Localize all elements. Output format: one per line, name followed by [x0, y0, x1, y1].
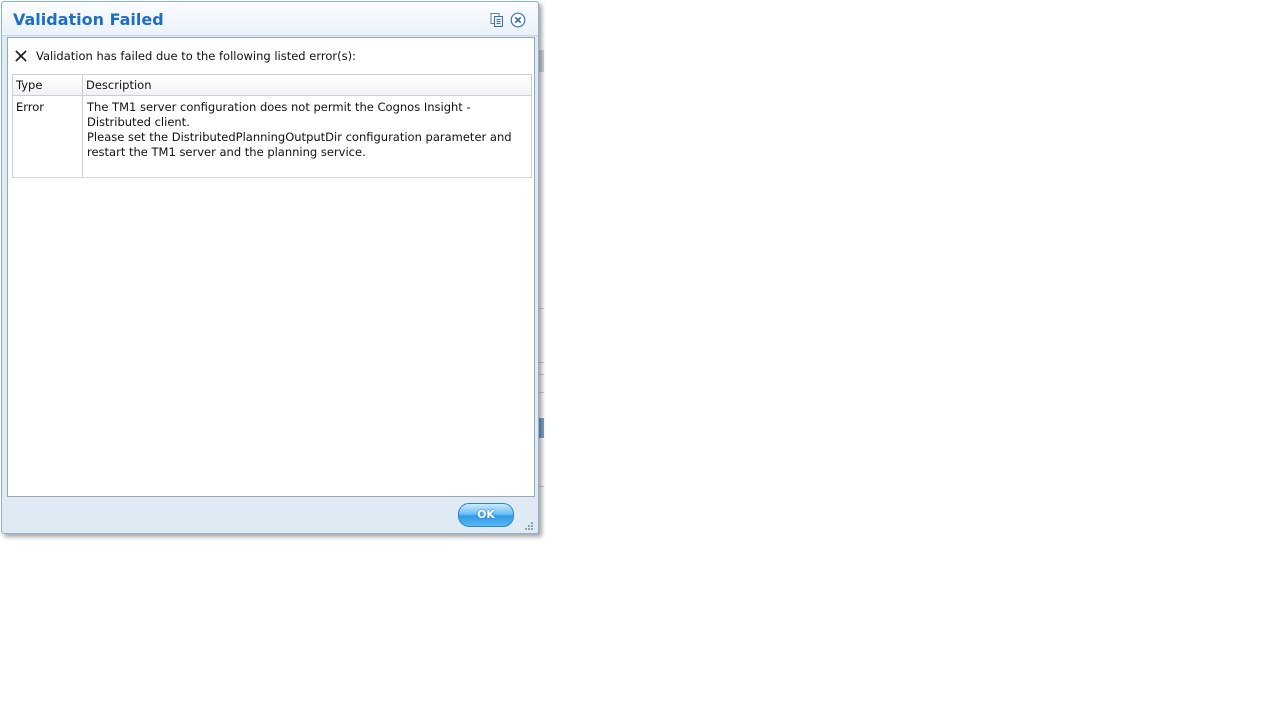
copy-icon[interactable] [489, 12, 505, 28]
validation-dialog: Validation Failed Validation has failed … [1, 1, 539, 534]
x-icon [14, 49, 28, 63]
error-message: Validation has failed due to the followi… [36, 49, 356, 63]
dialog-body: Validation has failed due to the followi… [7, 37, 535, 497]
cell-type: Error [16, 100, 45, 114]
dialog-title: Validation Failed [13, 10, 164, 29]
close-icon[interactable] [510, 12, 526, 28]
description-line: The TM1 server configuration does not pe… [87, 100, 471, 129]
errors-table: Type Description Error The TM1 server co… [12, 74, 532, 178]
dialog-titlebar[interactable]: Validation Failed [2, 2, 538, 36]
cell-description: The TM1 server configuration does not pe… [87, 100, 523, 160]
resize-grip-icon[interactable] [522, 519, 534, 531]
column-divider[interactable] [82, 75, 83, 177]
description-line: Please set the DistributedPlanningOutput… [87, 130, 512, 159]
column-header-description[interactable]: Description [86, 78, 152, 92]
table-header: Type Description [13, 75, 531, 96]
column-header-type[interactable]: Type [16, 78, 42, 92]
dialog-footer: OK [2, 499, 538, 533]
ok-button[interactable]: OK [458, 503, 514, 527]
error-message-row: Validation has failed due to the followi… [14, 48, 356, 64]
